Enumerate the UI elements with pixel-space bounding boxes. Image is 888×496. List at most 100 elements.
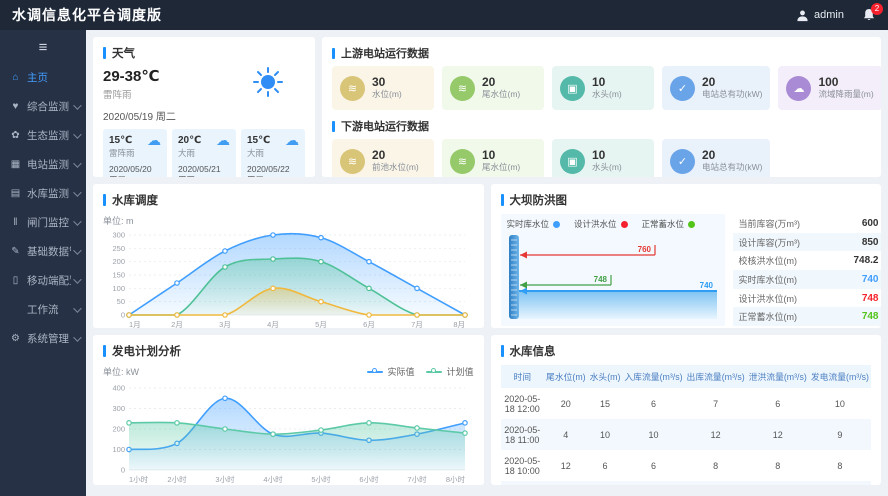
stat-label: 电站总有功(kW) [702,162,762,173]
forecast-line: 15℃☁ [247,134,299,146]
chevron-down-icon [73,275,81,283]
table-cell: 7 [685,388,747,419]
table-header-cell: 泄洪流量(m³/s) [747,365,809,388]
rain-cloud-icon: ☁ [216,134,230,146]
sidebar-item-电站监测[interactable]: ▦电站监测 [0,150,86,179]
dam-stat-row: 校核洪水位(m) 748.2 [733,251,882,270]
svg-text:250: 250 [112,244,125,253]
table-cell: 10 [809,388,871,419]
sidebar-item-水库监测[interactable]: ▤水库监测 [0,179,86,208]
dispatch-title: 水库调度 [112,192,158,208]
menu-collapse-button[interactable]: ≡ [0,34,86,63]
legend-dot-icon [372,368,377,373]
table-body: 2020-05-18 12:002015676102020-05-18 11:0… [501,388,872,485]
stat-card-text: 20电站总有功(kW) [702,76,762,100]
svg-text:7小时: 7小时 [407,474,427,484]
forecast-date: 2020/05/20 周三 [109,164,161,177]
stat-label: 前池水位(m) [372,162,419,173]
gauge-ruler [509,235,519,319]
table-header-cell: 发电流量(m³/s) [809,365,871,388]
sidebar-item-闸门监控[interactable]: ‖闸门监控 [0,208,86,237]
dam-legend-label: 正常蓄水位 [642,218,685,230]
sun-icon [253,67,283,100]
table-cell: 2020-05-18 09:00 [501,481,545,485]
sidebar-item-移动端配置[interactable]: ▯移动端配置 [0,266,86,295]
dam-stat-label: 设计洪水位(m) [739,292,798,305]
stat-card-text: 10水头(m) [592,149,622,173]
table-cell: 12 [622,481,684,485]
weather-title: 天气 [112,45,135,61]
power-icon: ✓ [670,149,695,174]
user-name: admin [814,9,844,21]
table-header-cell: 水头(m) [588,365,623,388]
upstream-title-row: 上游电站运行数据 [332,45,871,61]
forecast-line: 15℃☁ [109,134,161,146]
table-header-cell: 时间 [501,365,545,388]
water-body [519,291,717,319]
stat-card-text: 100流域降雨量(m) [818,76,873,100]
sidebar-item-label: 生态监测 [27,128,71,143]
reservoir-info-table: 时间尾水位(m)水头(m)入库流量(m³/s)出库流量(m³/s)泄洪流量(m³… [501,365,872,485]
sidebar-item-主页[interactable]: ⌂主页 [0,63,86,92]
forecast-card: 15℃☁大雨2020/05/22 周五 [241,129,305,177]
table-row: 2020-05-18 10:001266888 [501,450,872,481]
dam-stat-value: 600 [862,218,879,229]
svg-text:1小时: 1小时 [129,474,149,484]
tailwater-icon: ≋ [450,76,475,101]
sidebar-item-综合监测[interactable]: ♥综合监测 [0,92,86,121]
realtime-level-label: 740 [699,281,713,290]
sidebar-item-系统管理[interactable]: ⚙系统管理 [0,324,86,353]
table-header-cell: 尾水位(m) [544,365,588,388]
sidebar: ≡ ⌂主页♥综合监测✿生态监测▦电站监测▤水库监测‖闸门监控✎基础数据管理▯移动… [0,30,86,496]
table-cell: 10 [685,481,747,485]
level-icon: ≋ [340,76,365,101]
normal-storage-arrow-icon [520,282,527,289]
stat-value: 10 [592,76,622,89]
legend-marker-icon [367,371,383,373]
user-menu[interactable]: admin [796,9,844,22]
stat-label: 流域降雨量(m) [818,89,873,100]
forecast-desc: 雷阵雨 [109,147,161,159]
table-cell: 8 [747,450,809,481]
dam-title: 大坝防洪图 [510,192,568,208]
sidebar-item-label: 系统管理 [27,331,71,346]
dam-stat-row: 当前库容(万m³)600 [733,214,882,233]
stat-label: 电站总有功(kW) [702,89,762,100]
stat-card: ≋10尾水位(m) [442,139,544,177]
svg-text:3月: 3月 [219,320,231,328]
table-cell: 9 [809,419,871,450]
table-cell: 14 [544,481,588,485]
alarm-bell-button[interactable]: 2 [862,8,876,22]
reservoir-info-title: 水库信息 [510,343,556,359]
sidebar-item-label: 工作流 [27,302,71,317]
dam-stat-value: 748.2 [853,255,878,266]
stat-label: 水头(m) [592,89,622,100]
dam-stat-row: 设计洪水位(m)748 [733,289,882,308]
dam-stat-label: 校核洪水位(m) [739,254,798,267]
table-cell: 2020-05-18 12:00 [501,388,545,419]
svg-text:300: 300 [112,404,125,413]
main-content: 天气 29-38℃ 雷阵雨 2020/05/19 周二 15℃☁雷阵雨2020/… [86,30,888,496]
dam-stat-row: 正常蓄水位(m)748 [733,307,882,326]
forecast-temp: 15℃ [247,135,270,146]
tailwater-icon: ≋ [450,149,475,174]
chevron-down-icon [73,130,81,138]
stat-card: ≋20尾水位(m) [442,66,544,110]
chevron-down-icon [73,159,81,167]
table-cell: 12 [809,481,871,485]
sidebar-item-label: 基础数据管理 [27,244,71,259]
power-icon: ✓ [670,76,695,101]
sidebar-item-label: 主页 [27,70,79,85]
stat-value: 30 [372,76,402,89]
table-cell: 2020-05-18 10:00 [501,450,545,481]
sidebar-item-基础数据管理[interactable]: ✎基础数据管理 [0,237,86,266]
title-accent-bar [501,345,504,357]
forecast-card: 15℃☁雷阵雨 2020/05/20 周三 [103,129,167,177]
sidebar-item-工作流[interactable]: 工作流 [0,295,86,324]
sidebar-item-生态监测[interactable]: ✿生态监测 [0,121,86,150]
stat-value: 10 [482,149,520,162]
stat-value: 20 [702,149,762,162]
dam-level-diagram: 740 760 748 [507,233,719,321]
dam-stat-value: 748 [862,311,879,322]
table-header-row: 时间尾水位(m)水头(m)入库流量(m³/s)出库流量(m³/s)泄洪流量(m³… [501,365,872,388]
